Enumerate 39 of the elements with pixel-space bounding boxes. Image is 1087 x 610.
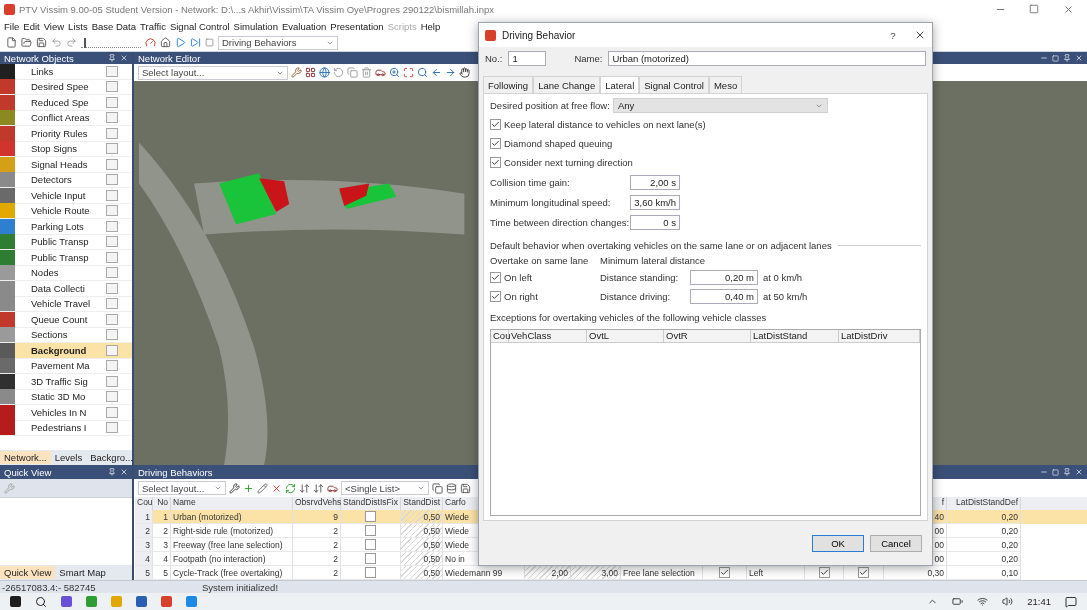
table-cell: 0,50 xyxy=(401,552,443,566)
field-label: Name: xyxy=(574,53,603,64)
field-label: No.: xyxy=(485,53,503,64)
checkbox-label: Consider next turning direction xyxy=(504,157,633,168)
panel-title: Quick View xyxy=(4,466,52,478)
unit-label: at 50 km/h xyxy=(762,291,809,302)
table-cell: 3 xyxy=(135,538,153,552)
section-heading: Exceptions for overtaking vehicles of the following vehicle classes xyxy=(490,312,768,323)
coordinates-text: -26517083.4:- 582745 xyxy=(2,581,97,593)
column-heading: Minimum lateral distance xyxy=(600,255,706,266)
clock-text: 21:41 xyxy=(1027,596,1051,607)
table-cell: 0,50 xyxy=(401,566,443,580)
field-label: Desired position at free flow: xyxy=(490,100,610,111)
unit-label: at 0 km/h xyxy=(762,272,804,283)
panel-title: Driving Behaviors xyxy=(138,466,213,478)
table-cell: 3,00 xyxy=(571,566,621,580)
dialog-title: Driving Behavior xyxy=(502,29,577,41)
table-cell: 2 xyxy=(135,524,153,538)
status-message: System initialized! xyxy=(202,581,279,593)
table-cell: 0,50 xyxy=(401,524,443,538)
panel-title: Network Objects xyxy=(4,52,74,64)
checkbox-label: On left xyxy=(504,272,532,283)
table-cell: 0,50 xyxy=(401,510,443,524)
column-heading: Overtake on same lane xyxy=(490,255,590,266)
field-label: Distance standing: xyxy=(600,272,680,283)
checkbox-label: Diamond shaped queuing xyxy=(504,138,613,149)
table-cell: 4 xyxy=(135,552,153,566)
window-title: PTV Vissim 9.00-05 Student Version - Network: D:\...s Akhir\Vissim\TA Vissim Oye\Progres 290122\bismillah.inpx xyxy=(19,3,495,15)
group-heading: Default behavior when overtaking vehicles on the same lane or on adjacent lanes xyxy=(490,240,832,251)
panel-title: Network Editor xyxy=(138,52,201,64)
table-cell: 1 xyxy=(135,510,153,524)
table-cell: 5 xyxy=(135,566,153,580)
field-label: Collision time gain: xyxy=(490,176,571,188)
table-cell: 0,50 xyxy=(401,538,443,552)
field-label: Time between direction changes: xyxy=(490,216,630,228)
field-label: Distance driving: xyxy=(600,291,672,302)
checkbox-label: On right xyxy=(504,291,538,302)
checkbox-label: Keep lateral distance to vehicles on next lane(s) xyxy=(504,119,706,130)
field-label: Minimum longitudinal speed: xyxy=(490,196,612,208)
